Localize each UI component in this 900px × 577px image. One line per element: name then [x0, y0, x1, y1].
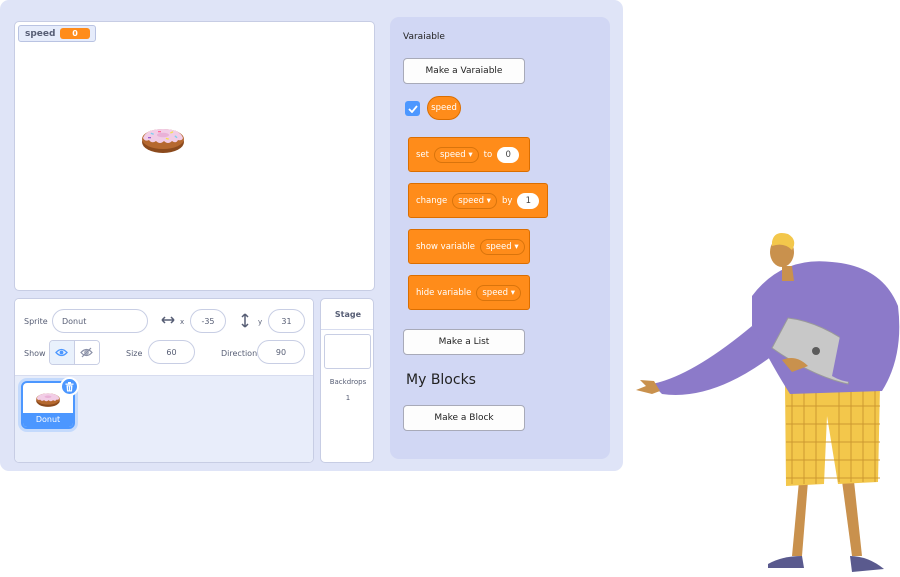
sprite-tile-name: Donut	[23, 413, 73, 427]
show-block-var-dropdown[interactable]: speed ▾	[479, 238, 525, 255]
person-with-laptop-illustration	[636, 233, 900, 572]
size-label: Size	[126, 349, 143, 358]
eye-slash-icon	[80, 347, 94, 358]
blocks-palette: Varaiable Make a Varaiable speed set spe…	[390, 17, 610, 459]
monitor-value: 0	[60, 28, 90, 39]
stage-target-panel[interactable]: Stage Backdrops 1	[320, 298, 374, 463]
hide-block-var-dropdown[interactable]: speed ▾	[476, 284, 522, 301]
y-input[interactable]: 31	[268, 309, 305, 333]
make-variable-button[interactable]: Make a Varaiable	[403, 58, 525, 84]
sprite-name-input[interactable]: Donut	[52, 309, 148, 333]
change-block-word: change	[416, 195, 448, 206]
stage-canvas[interactable]	[14, 21, 375, 291]
variables-section-title: Varaiable	[403, 32, 445, 42]
sprite-list: Donut	[15, 376, 313, 462]
direction-input[interactable]: 90	[257, 340, 305, 364]
delete-sprite-button[interactable]	[60, 377, 79, 396]
my-blocks-title: My Blocks	[406, 372, 476, 388]
speed-reporter-label: speed	[431, 103, 457, 113]
size-input[interactable]: 60	[148, 340, 195, 364]
vertical-arrows-icon	[241, 313, 249, 328]
hide-variable-block[interactable]: hide variable speed ▾	[408, 275, 530, 310]
backdrops-label: Backdrops	[329, 378, 367, 386]
show-visible-button[interactable]	[50, 341, 75, 364]
backdrops-count: 1	[345, 394, 351, 402]
show-label: Show	[24, 349, 46, 358]
show-block-word: show variable	[416, 241, 475, 252]
show-toggle-group	[49, 340, 100, 365]
size-value: 60	[166, 347, 177, 357]
x-value: -35	[201, 316, 215, 326]
set-block-value-input[interactable]: 0	[497, 146, 520, 163]
make-block-label: Make a Block	[434, 413, 494, 423]
stage-header: Stage	[321, 299, 373, 330]
stage-thumbnail[interactable]	[324, 334, 371, 369]
x-label: x	[180, 318, 185, 326]
trash-icon	[65, 381, 74, 391]
show-hidden-button[interactable]	[74, 341, 99, 364]
y-value: 31	[281, 316, 292, 326]
checkbox-checked-icon	[407, 104, 418, 113]
change-block-value-input[interactable]: 1	[517, 192, 540, 209]
donut-icon	[36, 393, 60, 407]
stage-title: Stage	[334, 309, 362, 319]
variable-checkbox[interactable]	[405, 101, 420, 116]
show-variable-block[interactable]: show variable speed ▾	[408, 229, 530, 264]
hide-block-word: hide variable	[416, 287, 472, 298]
make-block-button[interactable]: Make a Block	[403, 405, 525, 431]
set-block-to-word: to	[483, 149, 493, 160]
speed-variable-reporter[interactable]: speed	[427, 96, 461, 120]
variable-monitor[interactable]: speed 0	[18, 25, 96, 42]
set-block-var-dropdown[interactable]: speed ▾	[434, 146, 479, 163]
monitor-label: speed	[25, 28, 56, 39]
set-variable-block[interactable]: set speed ▾ to 0	[408, 137, 530, 172]
eye-icon	[55, 348, 69, 357]
make-list-button[interactable]: Make a List	[403, 329, 525, 355]
make-variable-label: Make a Varaiable	[425, 66, 503, 76]
sprite-label: Sprite	[24, 317, 48, 326]
sprite-name-value: Donut	[62, 316, 87, 326]
sprite-info-panel: Sprite Donut x -35 y 31 Show Size 60 Dir…	[14, 298, 314, 463]
donut-sprite[interactable]	[140, 123, 186, 155]
change-block-var-dropdown[interactable]: speed ▾	[452, 192, 497, 209]
direction-value: 90	[275, 347, 287, 357]
horizontal-arrows-icon	[161, 316, 175, 324]
set-block-word: set	[416, 149, 429, 160]
change-variable-block[interactable]: change speed ▾ by 1	[408, 183, 548, 218]
direction-label: Direction	[221, 349, 258, 358]
make-list-label: Make a List	[438, 337, 490, 347]
change-block-by-word: by	[501, 195, 513, 206]
y-label: y	[258, 318, 263, 326]
sprite-info-area: Sprite Donut x -35 y 31 Show Size 60 Dir…	[15, 299, 313, 376]
x-input[interactable]: -35	[190, 309, 226, 333]
